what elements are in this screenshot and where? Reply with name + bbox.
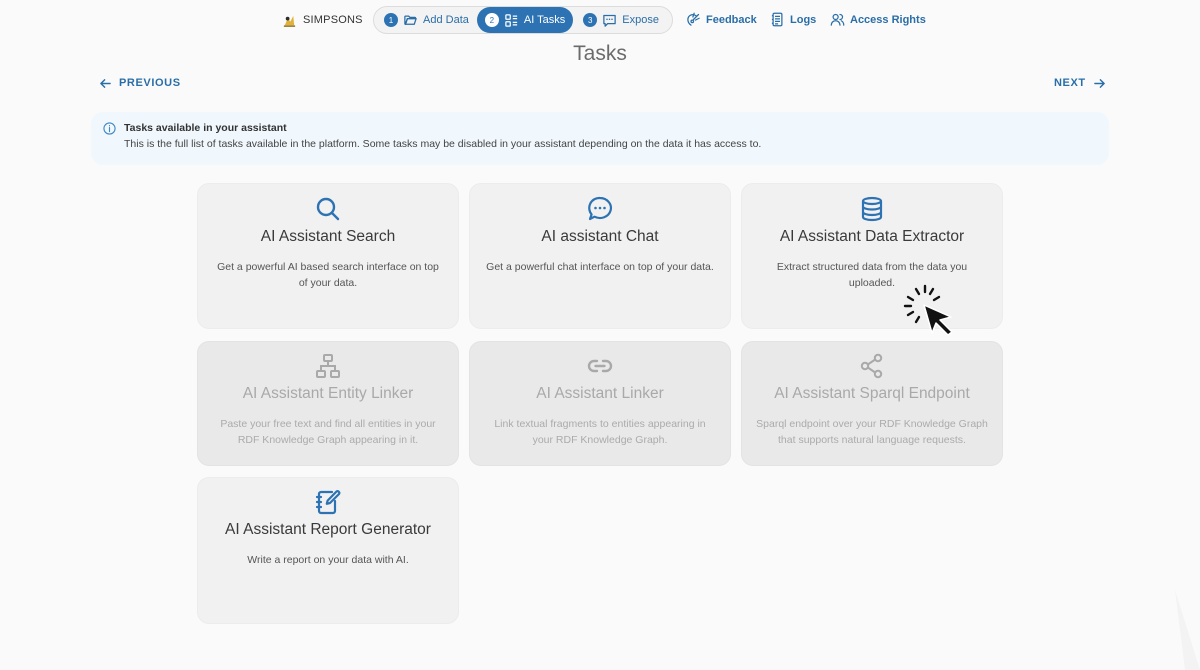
logs-icon xyxy=(771,12,783,27)
previous-button[interactable]: PREVIOUS xyxy=(100,77,181,89)
task-title: AI Assistant Entity Linker xyxy=(242,385,414,402)
task-card-sparql-endpoint: AI Assistant Sparql Endpoint Sparql endp… xyxy=(741,341,1003,466)
step-add-data[interactable]: 1 Add Data xyxy=(374,7,477,33)
database-icon xyxy=(861,196,883,222)
brand-name: SIMPSONS xyxy=(303,14,363,26)
task-description: Get a powerful AI based search interface… xyxy=(217,261,439,289)
next-button[interactable]: NEXT xyxy=(1054,77,1105,89)
previous-label: PREVIOUS xyxy=(119,77,181,89)
brand[interactable]: SIMPSONS xyxy=(282,12,363,28)
logs-label: Logs xyxy=(790,13,817,26)
hierarchy-icon xyxy=(316,354,340,378)
page-title: Tasks xyxy=(573,42,627,65)
task-description: Get a powerful chat interface on top of … xyxy=(486,261,714,273)
access-rights-label: Access Rights xyxy=(850,13,926,26)
feedback-label: Feedback xyxy=(706,13,757,26)
click-cursor-icon xyxy=(903,284,953,336)
arrow-right-icon xyxy=(1093,78,1105,88)
task-title: AI Assistant Data Extractor xyxy=(779,228,965,245)
task-card-report-generator[interactable]: AI Assistant Report Generator Write a re… xyxy=(197,477,459,624)
task-description: Sparql endpoint over your RDF Knowledge … xyxy=(756,418,988,446)
feedback-icon xyxy=(687,12,700,26)
step-ai-tasks[interactable]: 2 AI Tasks xyxy=(476,7,574,33)
step-label: Add Data xyxy=(423,14,469,26)
chat-icon xyxy=(588,196,612,221)
task-title: AI Assistant Linker xyxy=(536,385,664,402)
info-icon xyxy=(103,122,116,135)
task-title: AI Assistant Sparql Endpoint xyxy=(774,385,970,402)
info-banner: Tasks available in your assistant This i… xyxy=(91,112,1109,165)
step-label: AI Tasks xyxy=(523,14,566,26)
share-icon xyxy=(860,353,883,379)
step-number: 2 xyxy=(484,13,499,27)
task-card-linker: AI Assistant Linker Link textual fragmen… xyxy=(469,341,731,466)
task-description: Write a report on your data with AI. xyxy=(247,554,409,566)
search-icon xyxy=(316,197,340,221)
task-description: Link textual fragments to entities appea… xyxy=(494,418,706,446)
task-title: AI assistant Chat xyxy=(541,228,659,245)
report-icon xyxy=(315,490,341,515)
info-text: This is the full list of tasks available… xyxy=(124,138,762,150)
task-description: Paste your free text and find all entiti… xyxy=(220,418,436,446)
task-title: AI Assistant Report Generator xyxy=(225,521,431,538)
top-navigation: SIMPSONS 1 Add Data 2 AI Tasks 3 Expose … xyxy=(0,6,1200,34)
link-icon xyxy=(587,359,613,373)
task-card-search[interactable]: AI Assistant Search Get a powerful AI ba… xyxy=(197,183,459,329)
step-label: Expose xyxy=(622,14,659,26)
step-expose[interactable]: 3 Expose xyxy=(573,7,667,33)
workflow-stepper: 1 Add Data 2 AI Tasks 3 Expose xyxy=(373,6,673,34)
task-card-entity-linker: AI Assistant Entity Linker Paste your fr… xyxy=(197,341,459,466)
message-icon xyxy=(603,14,616,27)
logs-link[interactable]: Logs xyxy=(770,12,816,27)
access-rights-link[interactable]: Access Rights xyxy=(830,12,926,27)
task-card-chat[interactable]: AI assistant Chat Get a powerful chat in… xyxy=(469,183,731,329)
next-label: NEXT xyxy=(1054,77,1086,89)
feedback-link[interactable]: Feedback xyxy=(686,12,757,27)
tasks-icon xyxy=(505,13,517,27)
info-title: Tasks available in your assistant xyxy=(124,122,287,134)
step-number: 1 xyxy=(384,13,398,27)
users-icon xyxy=(830,13,845,26)
folder-icon xyxy=(404,15,417,25)
step-number: 3 xyxy=(583,13,598,27)
task-title: AI Assistant Search xyxy=(260,228,396,245)
arrow-left-icon xyxy=(100,78,111,88)
brand-logo-icon xyxy=(283,15,296,27)
decorative-corner xyxy=(1175,590,1200,670)
task-card-data-extractor[interactable]: AI Assistant Data Extractor Extract stru… xyxy=(741,183,1003,329)
